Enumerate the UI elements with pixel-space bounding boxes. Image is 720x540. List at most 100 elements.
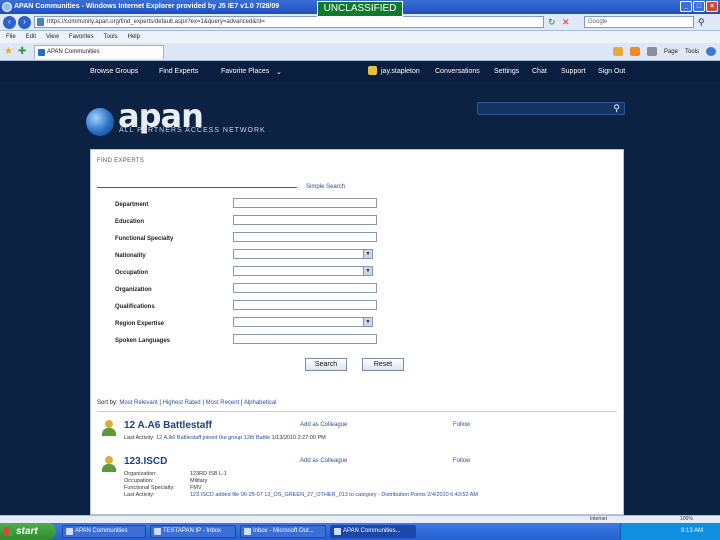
avatar[interactable] <box>102 420 116 436</box>
result-name[interactable]: 12 A.A6 Battlestaff <box>124 420 212 431</box>
taskbar-item[interactable]: APAN Communities <box>62 525 146 538</box>
globe-logo-icon <box>86 108 114 136</box>
detail-value[interactable]: 123.ISCD added file 06-25-07 13_OS_GREEN… <box>190 492 478 498</box>
add-colleague-link[interactable]: Add as Colleague <box>300 458 347 464</box>
nav-find-experts[interactable]: Find Experts <box>159 68 198 75</box>
nav-sign-out[interactable]: Sign Out <box>598 68 625 75</box>
maximize-icon[interactable]: □ <box>693 1 705 12</box>
chevron-down-icon: ▼ <box>363 318 372 326</box>
taskbar-item-label: APAN Communities... <box>343 528 401 534</box>
avatar[interactable] <box>102 456 116 472</box>
nav-favorite-places[interactable]: Favorite Places <box>221 68 269 75</box>
app-icon <box>244 528 251 535</box>
stop-icon[interactable]: ✕ <box>562 17 572 27</box>
search-button[interactable]: Search <box>305 358 347 371</box>
taskbar-item[interactable]: TESTAPAN IP - Inbox <box>150 525 236 538</box>
sort-most-relevant[interactable]: Most Relevant <box>119 400 157 406</box>
menu-bar: File Edit View Favorites Tools Help <box>0 31 720 43</box>
functional-specialty-field[interactable] <box>233 232 377 242</box>
windows-logo-icon <box>4 527 13 536</box>
minimize-icon[interactable]: _ <box>680 1 692 12</box>
follow-link[interactable]: Follow <box>453 458 470 464</box>
menu-tools[interactable]: Tools <box>104 31 118 43</box>
start-button[interactable]: start <box>0 523 56 540</box>
address-bar[interactable]: https://community.apan.org/find_experts/… <box>34 16 544 28</box>
sort-most-recent[interactable]: Most Recent <box>206 400 240 406</box>
page-menu[interactable]: Page <box>664 49 678 55</box>
label-functional-specialty: Functional Specialty <box>115 236 174 242</box>
activity-date: 1/13/2010 2:27:00 PM <box>271 435 326 441</box>
nationality-select[interactable]: ▼ <box>233 249 373 259</box>
back-icon[interactable]: ‹ <box>3 16 16 29</box>
tab-favicon-icon <box>38 49 45 56</box>
taskbar-item[interactable]: APAN Communities... <box>330 525 416 538</box>
add-colleague-link[interactable]: Add as Colleague <box>300 422 347 428</box>
result-name[interactable]: 123.ISCD <box>124 456 167 467</box>
status-bar: Internet 100% <box>0 515 720 523</box>
sort-alphabetical[interactable]: Alphabetical <box>244 400 277 406</box>
search-icon[interactable]: ⚲ <box>613 103 620 114</box>
sort-options: Sort by: Most Relevant | Highest Rated |… <box>97 400 277 406</box>
detail-value: FMV <box>190 485 202 491</box>
spoken-languages-field[interactable] <box>233 334 377 344</box>
department-field[interactable] <box>233 198 377 208</box>
activity-label: Last Activity: <box>124 435 155 441</box>
occupation-select[interactable]: ▼ <box>233 266 373 276</box>
search-icon[interactable]: ⚲ <box>698 17 705 28</box>
page-icon <box>37 18 44 26</box>
region-expertise-select[interactable]: ▼ <box>233 317 373 327</box>
close-icon[interactable]: × <box>706 1 718 12</box>
menu-edit[interactable]: Edit <box>26 31 36 43</box>
sort-highest-rated[interactable]: Highest Rated <box>163 400 201 406</box>
detail-key: Occupation: <box>124 478 154 484</box>
nav-support[interactable]: Support <box>561 68 586 75</box>
site-search-input[interactable]: ⚲ <box>477 102 625 115</box>
taskbar-item[interactable]: Inbox - Microsoft Out... <box>240 525 326 538</box>
menu-file[interactable]: File <box>6 31 16 43</box>
follow-link[interactable]: Follow <box>453 422 470 428</box>
nav-conversations[interactable]: Conversations <box>435 68 480 75</box>
tools-menu[interactable]: Tools <box>685 49 699 55</box>
menu-favorites[interactable]: Favorites <box>69 31 94 43</box>
chevron-down-icon[interactable]: ⌄ <box>276 68 282 76</box>
favorites-star-icon[interactable]: ★ <box>4 46 13 57</box>
menu-help[interactable]: Help <box>128 31 140 43</box>
menu-view[interactable]: View <box>46 31 59 43</box>
nav-browse-groups[interactable]: Browse Groups <box>90 68 138 75</box>
qualifications-field[interactable] <box>233 300 377 310</box>
system-tray: 9:13 AM <box>620 523 720 540</box>
refresh-icon[interactable]: ↻ <box>548 17 558 27</box>
clock[interactable]: 9:13 AM <box>681 528 703 534</box>
nav-user[interactable]: jay.stapleton <box>381 68 420 75</box>
user-icon <box>368 66 377 75</box>
taskbar-item-label: APAN Communities <box>75 528 128 534</box>
nav-settings[interactable]: Settings <box>494 68 519 75</box>
help-icon[interactable] <box>706 47 716 56</box>
print-icon[interactable] <box>646 47 657 56</box>
zone-label: Internet <box>590 516 607 522</box>
add-favorite-icon[interactable]: ✚ <box>18 46 26 57</box>
zoom-level[interactable]: 100% <box>680 516 693 522</box>
education-field[interactable] <box>233 215 377 225</box>
activity-text[interactable]: 12 A.A6 Battlestaff joined the group 12t… <box>156 435 270 441</box>
start-label: start <box>16 526 38 537</box>
feeds-icon[interactable] <box>629 47 640 56</box>
window-title: APAN Communities - Windows Internet Expl… <box>14 3 280 10</box>
taskbar: start APAN Communities TESTAPAN IP - Inb… <box>0 523 720 540</box>
browser-search-input[interactable]: Google <box>584 16 694 28</box>
app-icon <box>66 528 73 535</box>
organization-field[interactable] <box>233 283 377 293</box>
site-header: apan ALL PARTNERS ACCESS NETWORK ⚲ <box>0 81 720 149</box>
reset-button[interactable]: Reset <box>362 358 404 371</box>
chevron-down-icon: ▼ <box>363 267 372 275</box>
chevron-down-icon: ▼ <box>363 250 372 258</box>
home-icon[interactable] <box>612 47 623 56</box>
forward-icon[interactable]: › <box>18 16 31 29</box>
tab-row: ★ ✚ APAN Communities Page Tools <box>0 43 720 61</box>
label-department: Department <box>115 202 149 208</box>
browser-tab[interactable]: APAN Communities <box>34 45 164 59</box>
label-region-expertise: Region Expertise <box>115 321 165 327</box>
page-title: FIND EXPERTS <box>97 158 145 164</box>
simple-search-link[interactable]: Simple Search <box>306 184 345 190</box>
nav-chat[interactable]: Chat <box>532 68 547 75</box>
